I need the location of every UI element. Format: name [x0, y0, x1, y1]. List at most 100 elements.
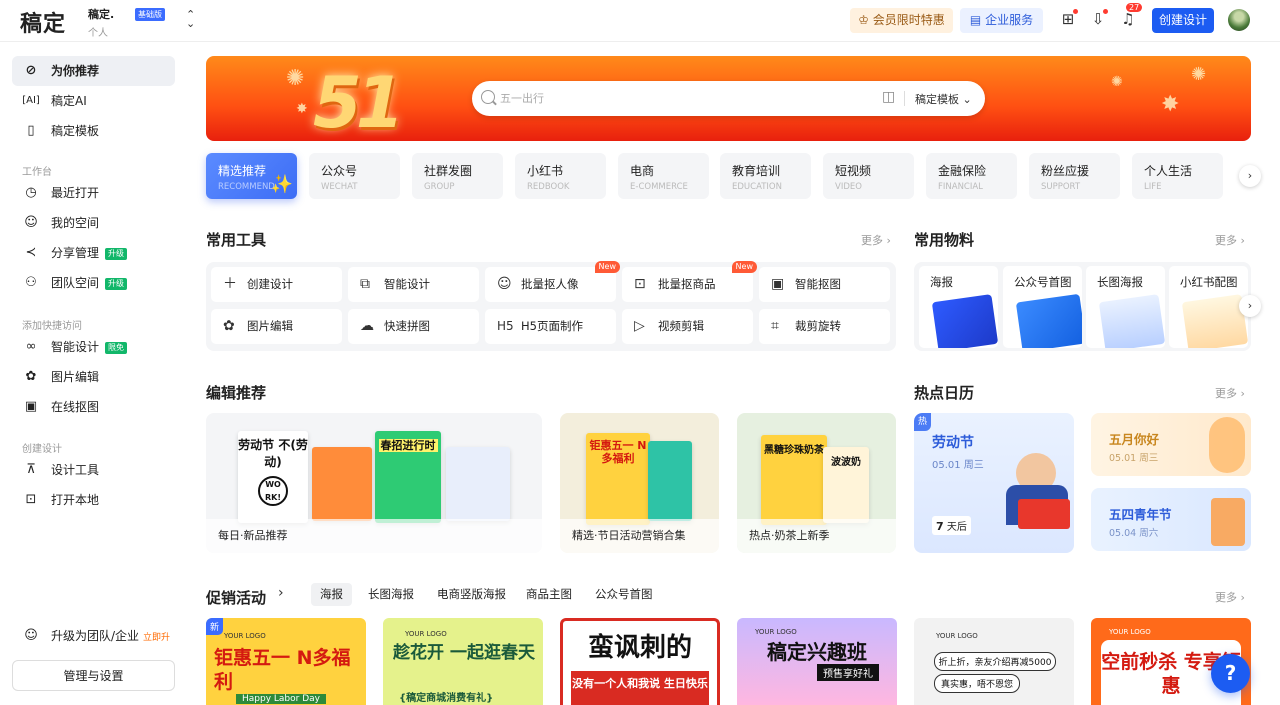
promo-tab-wechat-cover[interactable]: 公众号首图: [586, 583, 662, 606]
face-icon: ☺: [497, 276, 512, 292]
sidebar-item-ai[interactable]: [AI] 稿定AI: [12, 86, 175, 116]
category-support[interactable]: 粉丝应援 SUPPORT: [1029, 153, 1120, 199]
product-icon: ⊡: [634, 276, 646, 292]
editor-card-daily[interactable]: 劳动节 不(劳动) WO RK! 春招进行时 每日·新品推荐: [206, 413, 542, 553]
editor-picks-title: 编辑推荐: [206, 384, 267, 402]
promo-card[interactable]: 蛮讽刺的 没有一个人和我说 生日快乐: [560, 618, 720, 705]
material-poster[interactable]: 海报: [919, 266, 998, 348]
camera-icon[interactable]: ◫: [882, 89, 895, 105]
promo-card[interactable]: YOUR LOGO 稿定兴趣班 预售享好礼: [737, 618, 897, 705]
upgrade-team-link[interactable]: ☺升级为团队/企业立即升级: [12, 621, 175, 675]
firework-icon: ✸: [1161, 92, 1180, 117]
sidebar-item-share[interactable]: ≺ 分享管理 升级: [12, 238, 175, 268]
sidebar-item-templates[interactable]: ▯ 稿定模板: [12, 116, 175, 146]
sidebar-item-recent[interactable]: ◷ 最近打开: [12, 178, 175, 208]
magic-wand-icon: ✨: [270, 174, 293, 195]
promo-card[interactable]: YOUR LOGO 趁花开 一起逛春天 {稿定商城消费有礼}: [383, 618, 543, 705]
tool-smart-cutout[interactable]: ▣ 智能抠图: [759, 267, 890, 302]
promo-more-link[interactable]: 更多 ›: [1215, 589, 1245, 605]
promo-card[interactable]: 新 YOUR LOGO 钜惠五一 N多福利 Happy Labor Day: [206, 618, 366, 705]
category-redbook[interactable]: 小红书 REDBOOK: [515, 153, 606, 199]
new-tag: New: [594, 261, 620, 273]
tool-crop-rotate[interactable]: ⌗ 裁剪旋转: [759, 309, 890, 344]
manage-settings-button[interactable]: 管理与设置: [12, 660, 175, 691]
search-icon: [481, 90, 495, 104]
material-redbook[interactable]: 小红书配图: [1169, 266, 1248, 348]
promo-expand-arrow-icon[interactable]: ›: [278, 585, 284, 601]
sidebar-item-recommend[interactable]: ⊘ 为你推荐: [12, 56, 175, 86]
category-next-arrow-icon[interactable]: ›: [1239, 165, 1261, 187]
help-button[interactable]: ?: [1211, 654, 1250, 693]
category-recommend[interactable]: 精选推荐 RECOMMEND ✨: [206, 153, 297, 199]
compass-icon: ⊘: [25, 63, 37, 78]
worker-illustration-box: [1018, 499, 1070, 529]
brand-logo[interactable]: 稿定: [20, 6, 66, 38]
pen-icon: ⊼: [26, 462, 36, 477]
enterprise-service-button[interactable]: ▤ 企业服务: [960, 8, 1043, 33]
account-switch-chevron-icon[interactable]: ⌃ ⌄: [186, 9, 195, 29]
category-life[interactable]: 个人生活 LIFE: [1132, 153, 1223, 199]
poster-thumbnail: [648, 441, 692, 521]
promo-tab-long-poster[interactable]: 长图海报: [359, 583, 423, 606]
tool-quick-collage[interactable]: ☁ 快速拼图: [348, 309, 479, 344]
tool-image-edit[interactable]: ✿ 图片编辑: [211, 309, 342, 344]
user-avatar[interactable]: [1228, 9, 1250, 31]
crop-icon: ⌗: [771, 318, 779, 334]
poster-wuyi: 钜惠五一 N多福利: [586, 433, 650, 525]
tool-video-edit[interactable]: ▷ 视频剪辑: [622, 309, 753, 344]
calendar-card-youth-day[interactable]: 五四青年节 05.04 周六: [1091, 488, 1251, 551]
materials-more-link[interactable]: 更多 ›: [1215, 232, 1245, 248]
promo-tab-product-image[interactable]: 商品主图: [517, 583, 581, 606]
sidebar-item-design-tools[interactable]: ⊼ 设计工具: [12, 455, 175, 485]
create-design-button[interactable]: 创建设计: [1152, 8, 1214, 33]
editor-card-festival[interactable]: 钜惠五一 N多福利 精选·节日活动营销合集: [560, 413, 719, 553]
editor-card-milk-tea[interactable]: 黑糖珍珠奶茶 波波奶 热点·奶茶上新季: [737, 413, 896, 553]
category-group[interactable]: 社群发圈 GROUP: [412, 153, 503, 199]
sidebar-item-open-local[interactable]: ⊡ 打开本地: [12, 485, 175, 515]
tools-more-link[interactable]: 更多 ›: [861, 232, 891, 248]
account-name: 稿定.: [88, 8, 115, 21]
youth-day-illustration: [1211, 498, 1245, 546]
calendar-card-hello-may[interactable]: 五月你好 05.01 周三: [1091, 413, 1251, 476]
promo-tab-ecommerce-poster[interactable]: 电商竖版海报: [428, 583, 515, 606]
material-wechat-cover[interactable]: 公众号首图: [1003, 266, 1082, 348]
tool-smart-design[interactable]: ⧉ 智能设计: [348, 267, 479, 302]
tool-batch-product[interactable]: ⊡ 批量抠商品 New: [622, 261, 757, 302]
sidebar-item-image-edit[interactable]: ✿ 图片编辑: [12, 362, 175, 392]
material-long-poster[interactable]: 长图海报: [1086, 266, 1165, 348]
materials-next-arrow-icon[interactable]: ›: [1239, 295, 1261, 317]
sidebar-item-team[interactable]: ⚇ 团队空间 升级: [12, 268, 175, 298]
hero-banner[interactable]: ✺ ✸ 51 ✺ ✸ ✺ ◫ 稿定模板 ⌄: [206, 56, 1251, 141]
account-switcher[interactable]: 稿定. 个人: [88, 6, 114, 39]
calendar-event-name: 劳动节: [932, 435, 974, 451]
template-type-select[interactable]: 稿定模板 ⌄: [915, 91, 972, 107]
category-education[interactable]: 教育培训 EDUCATION: [720, 153, 811, 199]
category-ecommerce[interactable]: 电商 E-COMMERCE: [618, 153, 709, 199]
building-icon: ▤: [969, 13, 986, 27]
notification-bell-icon[interactable]: ♫: [1119, 10, 1137, 28]
share-icon: ≺: [25, 245, 37, 260]
folder-plus-icon: ⊡: [25, 492, 37, 507]
sidebar-item-cutout[interactable]: ▣ 在线抠图: [12, 392, 175, 422]
promo-tab-poster[interactable]: 海报: [311, 583, 352, 606]
promo-card[interactable]: YOUR LOGO 折上折，亲友介绍再减5000 真实惠，唔不恩您: [914, 618, 1074, 705]
calendar-event-date: 05.01 周三: [1109, 453, 1159, 464]
firework-icon: ✺: [1191, 64, 1207, 85]
tool-h5[interactable]: H5 H5页面制作: [485, 309, 616, 344]
sidebar-item-my-space[interactable]: ☺ 我的空间: [12, 208, 175, 238]
hot-badge: 热: [914, 413, 931, 431]
tool-create-design[interactable]: ＋创建设计: [211, 267, 342, 302]
flower-icon: ✿: [223, 318, 235, 334]
h5-icon: H5: [497, 319, 514, 333]
quick-group-title: 添加快捷访问: [22, 321, 82, 332]
category-wechat[interactable]: 公众号 WECHAT: [309, 153, 400, 199]
calendar-more-link[interactable]: 更多 ›: [1215, 385, 1245, 401]
vip-offer-button[interactable]: ♔ 会员限时特惠: [850, 8, 953, 33]
tool-batch-portrait[interactable]: ☺ 批量抠人像 New: [485, 261, 620, 302]
sidebar-item-smart-design[interactable]: ∞ 智能设计 限免: [12, 332, 175, 362]
category-financial[interactable]: 金融保险 FINANCIAL: [926, 153, 1017, 199]
material-thumbnail: [1015, 293, 1082, 348]
calendar-card-labor-day[interactable]: 热 劳动节 05.01 周三 7 天后: [914, 413, 1074, 553]
search-input[interactable]: [500, 89, 860, 108]
category-video[interactable]: 短视频 VIDEO: [823, 153, 914, 199]
